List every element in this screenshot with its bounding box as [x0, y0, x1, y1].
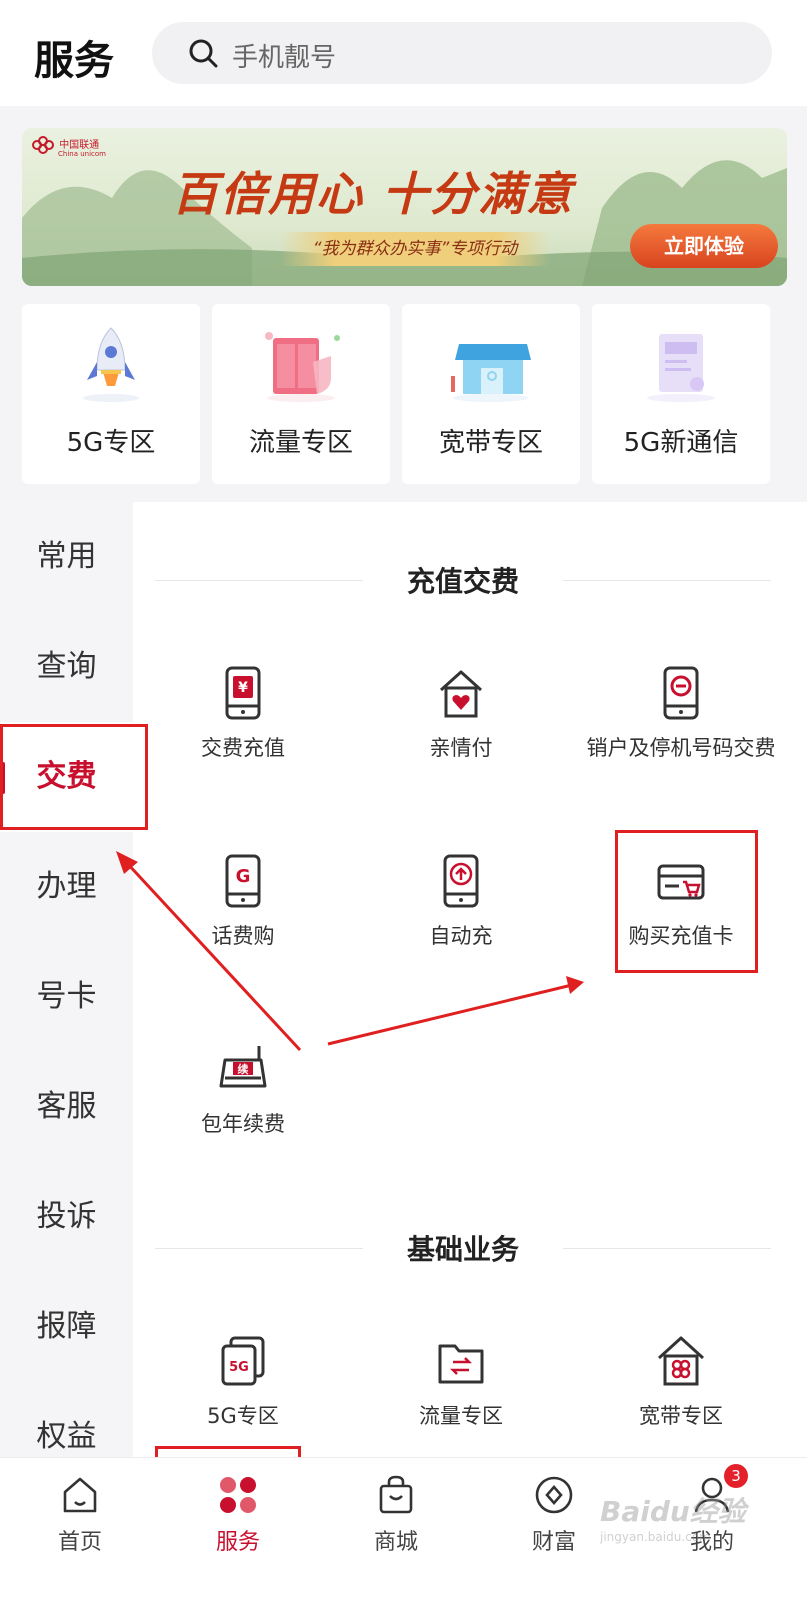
sidebar-item-common[interactable]: 常用	[0, 502, 133, 612]
phone-yuan-icon: ¥	[225, 666, 261, 720]
search-placeholder: 手机靓号	[232, 43, 337, 73]
service-label: 亲情付	[429, 736, 493, 760]
service-auto-recharge[interactable]: 自动充	[351, 854, 571, 984]
service-label: 交费充值	[201, 736, 285, 760]
zone-card-5g-message[interactable]: 5G新通信	[592, 304, 770, 484]
folder-transfer-icon	[438, 1344, 484, 1384]
service-data-zone[interactable]: 流量专区	[351, 1334, 571, 1457]
router-renew-icon: 续	[219, 1046, 267, 1088]
banner-headline: 百倍用心 十分满意	[172, 167, 575, 221]
service-broadband-zone[interactable]: 宽带专区	[571, 1334, 791, 1457]
promo-banner[interactable]: 中国联通 China unicom 百倍用心 十分满意 “我为群众办实事”专项行…	[22, 128, 787, 286]
tab-label: 首页	[57, 1530, 102, 1555]
zone-cards: 5G专区 流量专区 宽带专区 5G新通信	[22, 304, 787, 484]
zone-card-broadband[interactable]: 宽带专区	[402, 304, 580, 484]
zone-card-data[interactable]: 流量专区	[212, 304, 390, 484]
banner-subline: “我为群众办实事”专项行动	[280, 232, 550, 266]
phone-g-icon: G	[225, 854, 261, 908]
service-label: 宽带专区	[639, 1404, 723, 1428]
baidu-watermark: Baidu经验 jingyan.baidu.com	[600, 1490, 746, 1544]
tab-label: 商城	[373, 1530, 418, 1555]
zone-card-5g[interactable]: 5G专区	[22, 304, 200, 484]
svg-text:G: G	[236, 866, 251, 887]
header: 服务 手机靓号	[0, 0, 807, 106]
sidebar-item-sim-card[interactable]: 号卡	[0, 942, 133, 1052]
service-5g-zone[interactable]: 5G 5G专区	[133, 1334, 353, 1457]
tab-home[interactable]: 首页	[0, 1458, 160, 1600]
svg-text:5G: 5G	[229, 1360, 249, 1375]
zone-label: 宽带专区	[438, 428, 543, 458]
broadband-store-icon	[451, 344, 531, 402]
sidebar-item-handle[interactable]: 办理	[0, 832, 133, 942]
sidebar-item-customer-service[interactable]: 客服	[0, 1052, 133, 1162]
section-title: 基础业务	[406, 1233, 519, 1266]
watermark-sub: jingyan.baidu.com	[600, 1530, 711, 1544]
tab-label: 服务	[215, 1530, 260, 1555]
svg-text:续: 续	[238, 1062, 249, 1076]
service-label: 购买充值卡	[628, 924, 734, 948]
service-label: 自动充	[429, 924, 493, 948]
service-recharge[interactable]: ¥ 交费充值	[133, 666, 353, 796]
notification-badge: 3	[724, 1464, 748, 1488]
new-message-icon	[647, 334, 715, 402]
zone-label: 5G新通信	[623, 428, 739, 458]
zone-label: 5G专区	[66, 428, 156, 458]
home-unicom-icon	[657, 1336, 705, 1386]
home-icon	[63, 1477, 97, 1513]
service-bill-purchase[interactable]: G 话费购	[133, 854, 353, 984]
service-label: 包年续费	[201, 1112, 285, 1136]
service-family-pay[interactable]: 亲情付	[351, 666, 571, 796]
svg-text:¥: ¥	[238, 680, 248, 696]
wealth-icon	[535, 1476, 573, 1514]
shopping-bag-icon	[379, 1475, 413, 1514]
service-label: 5G专区	[207, 1404, 279, 1428]
search-bar[interactable]: 手机靓号	[152, 22, 772, 84]
recharge-card-cart-icon	[657, 864, 705, 900]
data-package-icon	[265, 332, 340, 402]
service-label: 话费购	[211, 924, 275, 948]
sidebar-item-payment[interactable]: 交费	[0, 722, 133, 832]
phone-auto-recharge-icon	[443, 854, 479, 908]
banner-cta-button[interactable]: 立即体验	[630, 224, 778, 268]
service-label: 销户及停机号码交费	[586, 736, 776, 760]
5g-cards-icon: 5G	[221, 1336, 265, 1386]
section-header-basic: 基础业务	[155, 1228, 771, 1268]
section-header-recharge: 充值交费	[155, 560, 771, 600]
sidebar-item-fault-report[interactable]: 报障	[0, 1272, 133, 1382]
rocket-icon	[83, 327, 139, 402]
home-heart-icon	[439, 670, 483, 718]
brand-name-en: China unicom	[58, 150, 106, 158]
sidebar-item-complaint[interactable]: 投诉	[0, 1162, 133, 1272]
section-title: 充值交费	[406, 565, 519, 598]
service-closed-number-pay[interactable]: 销户及停机号码交费	[571, 666, 791, 796]
unicom-logo: 中国联通 China unicom	[30, 136, 106, 158]
watermark-main: Baidu经验	[600, 1495, 746, 1528]
search-icon	[189, 39, 218, 68]
service-clover-icon	[220, 1477, 256, 1513]
service-annual-renewal[interactable]: 续 包年续费	[133, 1042, 353, 1172]
sidebar-item-query[interactable]: 查询	[0, 612, 133, 722]
tab-service[interactable]: 服务	[158, 1458, 318, 1600]
service-label: 流量专区	[419, 1404, 503, 1428]
service-content: 充值交费 ¥ 交费充值 亲情付 销户及停机号码交费 G 话费购 自动充 购买充值…	[133, 502, 807, 1457]
category-sidebar: 常用 查询 交费 办理 号卡 客服 投诉 报障 权益	[0, 502, 133, 1457]
tab-mall[interactable]: 商城	[316, 1458, 476, 1600]
unicom-knot-icon	[32, 136, 54, 154]
page-title: 服务	[34, 38, 114, 84]
service-buy-recharge-card[interactable]: 购买充值卡	[571, 854, 791, 984]
zone-label: 流量专区	[248, 428, 353, 458]
phone-minus-icon	[663, 666, 699, 720]
